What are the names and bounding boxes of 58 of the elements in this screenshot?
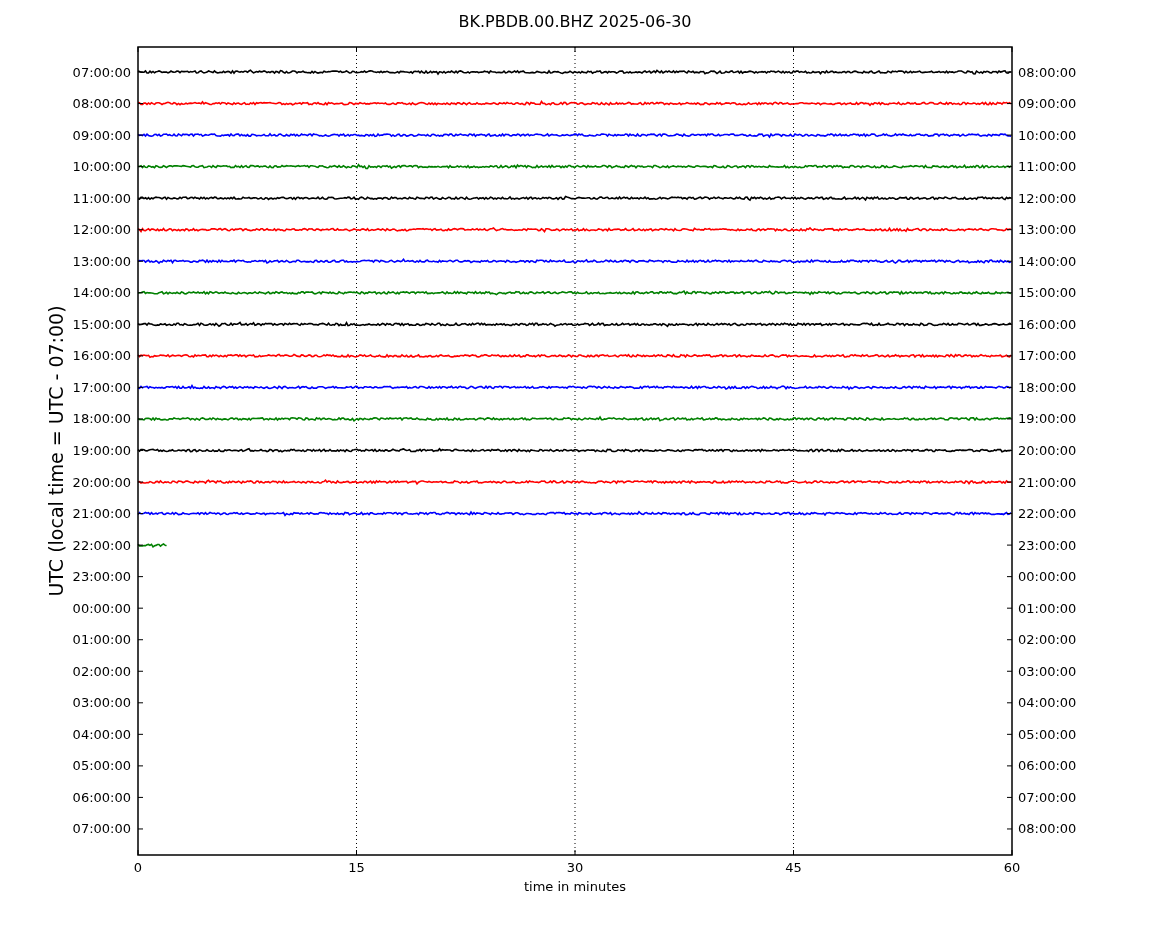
tick-label: 23:00:00	[1018, 537, 1077, 553]
tick-label: 12:00:00	[72, 222, 131, 238]
tick-label: 03:00:00	[72, 695, 131, 711]
tick-label: 01:00:00	[1018, 600, 1077, 616]
tick-label: 21:00:00	[1018, 474, 1077, 490]
tick-label: 05:00:00	[1018, 726, 1077, 742]
tick-label: 00:00:00	[1018, 569, 1077, 585]
tick-label: 08:00:00	[1018, 821, 1077, 837]
tick-label: 04:00:00	[72, 726, 131, 742]
tick-label: 20:00:00	[1018, 443, 1077, 458]
tick-label: 60	[1003, 860, 1021, 875]
tick-label: 14:00:00	[72, 285, 131, 301]
tick-label: 23:00:00	[72, 569, 131, 585]
tick-label: 17:00:00	[72, 379, 131, 395]
tick-label: 18:00:00	[1018, 379, 1077, 395]
tick-label: 10:00:00	[1018, 127, 1077, 143]
tick-label: 07:00:00	[72, 821, 131, 837]
tick-label: 19:00:00	[1018, 411, 1077, 427]
tick-label: 19:00:00	[72, 443, 131, 458]
tick-label: 02:00:00	[1018, 632, 1077, 648]
tick-label: 13:00:00	[1018, 222, 1077, 238]
tick-label: 10:00:00	[72, 159, 131, 175]
tick-label: 01:00:00	[72, 632, 131, 648]
tick-label: 09:00:00	[72, 127, 131, 143]
tick-label: 08:00:00	[72, 96, 131, 112]
tick-label: 16:00:00	[1018, 316, 1077, 332]
axis-label: UTC (local time = UTC - 07:00)	[45, 305, 67, 597]
tick-label: 06:00:00	[1018, 758, 1077, 774]
tick-label: 17:00:00	[1018, 348, 1077, 364]
tick-label: 14:00:00	[1018, 253, 1077, 269]
tick-label: 15	[348, 860, 365, 875]
tick-label: 21:00:00	[72, 506, 131, 522]
tick-label: 11:00:00	[72, 190, 131, 206]
tick-label: 18:00:00	[72, 411, 131, 427]
tick-label: 07:00:00	[72, 64, 131, 80]
tick-label: 02:00:00	[72, 663, 131, 679]
tick-label: 13:00:00	[72, 253, 131, 269]
tick-label: 04:00:00	[1018, 695, 1077, 711]
tick-label: 05:00:00	[72, 758, 131, 774]
tick-label: 12:00:00	[1018, 190, 1077, 206]
tick-label: 30	[566, 860, 584, 875]
tick-label: 09:00:00	[1018, 96, 1077, 112]
plot-title: BK.PBDB.00.BHZ 2025-06-30	[458, 12, 692, 31]
axis-label: time in minutes	[523, 879, 627, 894]
tick-label: 00:00:00	[72, 600, 131, 616]
tick-label: 03:00:00	[1018, 663, 1077, 679]
tick-label: 11:00:00	[1018, 159, 1077, 175]
tick-label: 16:00:00	[72, 348, 131, 364]
tick-label: 06:00:00	[72, 789, 131, 805]
tick-label: 22:00:00	[1018, 506, 1077, 522]
tick-label: 08:00:00	[1018, 64, 1077, 80]
tick-label: 20:00:00	[72, 474, 131, 490]
tick-label: 15:00:00	[72, 316, 131, 332]
tick-label: 45	[785, 860, 802, 875]
tick-label: 22:00:00	[72, 537, 131, 553]
tick-label: 07:00:00	[1018, 789, 1077, 805]
tick-label: 0	[133, 860, 143, 875]
tick-label: 15:00:00	[1018, 285, 1077, 301]
